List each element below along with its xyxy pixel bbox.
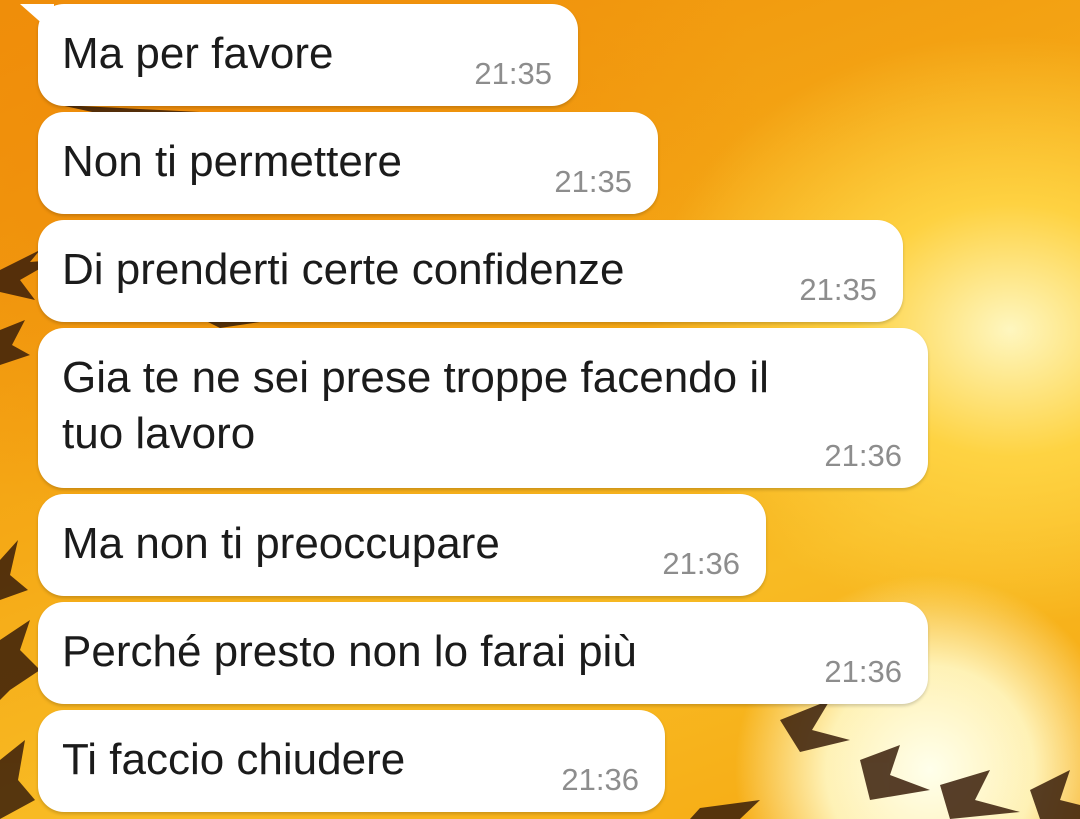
message-timestamp: 21:36 (824, 438, 902, 473)
message-timestamp: 21:36 (561, 762, 639, 797)
message-text: Perché presto non lo farai più (62, 627, 637, 676)
message-bubble[interactable]: Ma non ti preoccupare 21:36 (38, 494, 766, 596)
message-text: Gia te ne sei prese troppe facendo il tu… (62, 353, 769, 458)
message-bubble[interactable]: Non ti permettere 21:35 (38, 112, 658, 214)
message-text: Ti faccio chiudere (62, 735, 406, 784)
message-text: Ma non ti preoccupare (62, 519, 500, 568)
message-bubble[interactable]: Perché presto non lo farai più 21:36 (38, 602, 928, 704)
message-timestamp: 21:36 (824, 654, 902, 689)
message-text: Di prenderti certe confidenze (62, 245, 625, 294)
message-bubble[interactable]: Di prenderti certe confidenze 21:35 (38, 220, 903, 322)
message-timestamp: 21:35 (474, 56, 552, 91)
message-bubble[interactable]: Ti faccio chiudere 21:36 (38, 710, 665, 812)
message-bubble[interactable]: Ma per favore 21:35 (20, 4, 578, 106)
message-text: Ma per favore (62, 29, 334, 78)
message-timestamp: 21:35 (554, 164, 632, 199)
message-timestamp: 21:35 (799, 272, 877, 307)
message-text: Non ti permettere (62, 137, 402, 186)
bubble-tail (20, 4, 54, 34)
message-timestamp: 21:36 (662, 546, 740, 581)
message-bubble[interactable]: Gia te ne sei prese troppe facendo il tu… (38, 328, 928, 488)
chat-message-list[interactable]: Ma per favore 21:35 Non ti permettere 21… (0, 0, 1080, 819)
